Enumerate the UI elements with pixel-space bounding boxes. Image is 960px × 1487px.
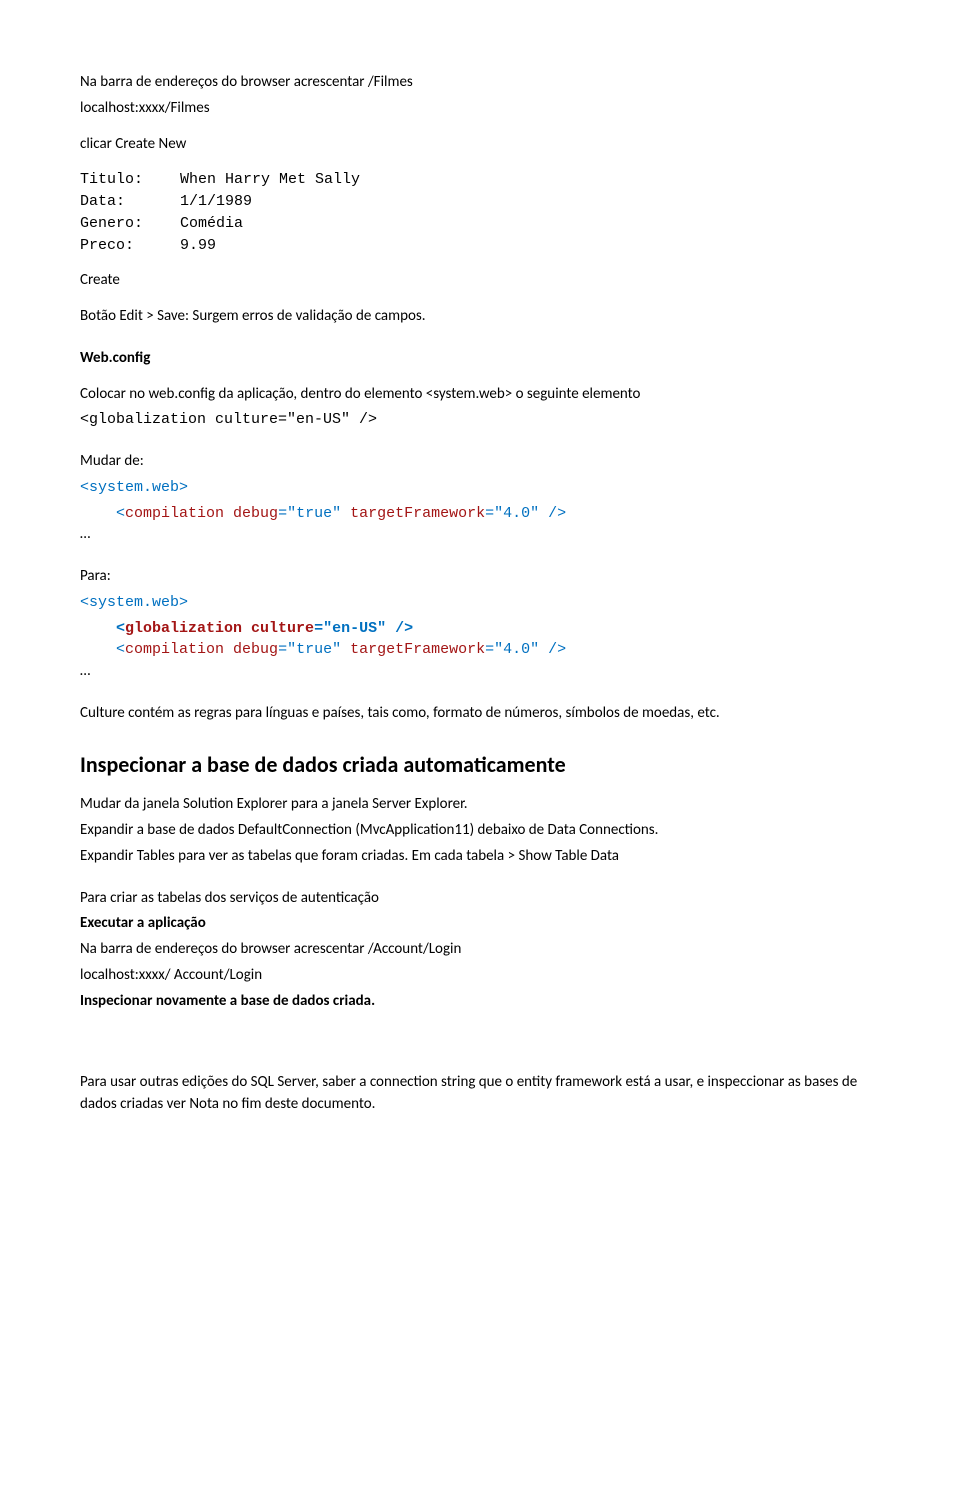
create-action: Create: [80, 270, 880, 292]
inspecionar-p7: localhost:xxxx/ Account/Login: [80, 965, 880, 987]
para-block: Para: <system.web> <globalization cultur…: [80, 566, 880, 683]
genero-label: Genero:: [80, 213, 180, 235]
preco-value: 9.99: [180, 235, 216, 257]
webconfig-desc: Colocar no web.config da aplicação, dent…: [80, 384, 880, 432]
para-open: <system.web>: [80, 592, 880, 614]
intro-line-2: localhost:xxxx/Filmes: [80, 98, 880, 120]
para-ellipsis: …: [80, 661, 880, 683]
edit-note: Botão Edit > Save: Surgem erros de valid…: [80, 306, 880, 328]
data-label: Data:: [80, 191, 180, 213]
inspecionar-p6: Na barra de endereços do browser acresce…: [80, 939, 880, 961]
mudar-open: <system.web>: [80, 477, 880, 499]
genero-value: Comédia: [180, 213, 243, 235]
titulo-label: Titulo:: [80, 169, 180, 191]
intro-block: Na barra de endereços do browser acresce…: [80, 72, 880, 120]
click-instruction: clicar Create New: [80, 134, 880, 156]
webconfig-line-1: Colocar no web.config da aplicação, dent…: [80, 384, 880, 406]
inspecionar-block-2: Para criar as tabelas dos serviços de au…: [80, 888, 880, 1013]
webconfig-title: Web.config: [80, 348, 880, 370]
preco-label: Preco:: [80, 235, 180, 257]
inspecionar-p8: Inspecionar novamente a base de dados cr…: [80, 991, 880, 1013]
mudar-compilation: <compilation debug="true" targetFramewor…: [80, 503, 880, 525]
inspecionar-p2: Expandir a base de dados DefaultConnecti…: [80, 820, 880, 842]
form-values: Titulo: When Harry Met Sally Data: 1/1/1…: [80, 169, 880, 256]
inspecionar-title: Inspecionar a base de dados criada autom…: [80, 749, 880, 781]
final-note: Para usar outras edições do SQL Server, …: [80, 1072, 880, 1116]
para-compilation: <compilation debug="true" targetFramewor…: [80, 639, 880, 661]
inspecionar-p3: Expandir Tables para ver as tabelas que …: [80, 846, 880, 868]
inspecionar-block-1: Mudar da janela Solution Explorer para a…: [80, 794, 880, 867]
webconfig-line-2: <globalization culture="en-US" />: [80, 409, 880, 431]
para-globalization: <globalization culture="en-US" />: [80, 618, 880, 640]
intro-line-1: Na barra de endereços do browser acresce…: [80, 72, 880, 94]
inspecionar-p4: Para criar as tabelas dos serviços de au…: [80, 888, 880, 910]
mudar-block: Mudar de: <system.web> <compilation debu…: [80, 451, 880, 546]
titulo-value: When Harry Met Sally: [180, 169, 360, 191]
inspecionar-p5: Executar a aplicação: [80, 913, 880, 935]
para-label: Para:: [80, 566, 880, 588]
culture-note: Culture contém as regras para línguas e …: [80, 703, 880, 725]
inspecionar-p1: Mudar da janela Solution Explorer para a…: [80, 794, 880, 816]
mudar-label: Mudar de:: [80, 451, 880, 473]
mudar-ellipsis: …: [80, 524, 880, 546]
data-value: 1/1/1989: [180, 191, 252, 213]
